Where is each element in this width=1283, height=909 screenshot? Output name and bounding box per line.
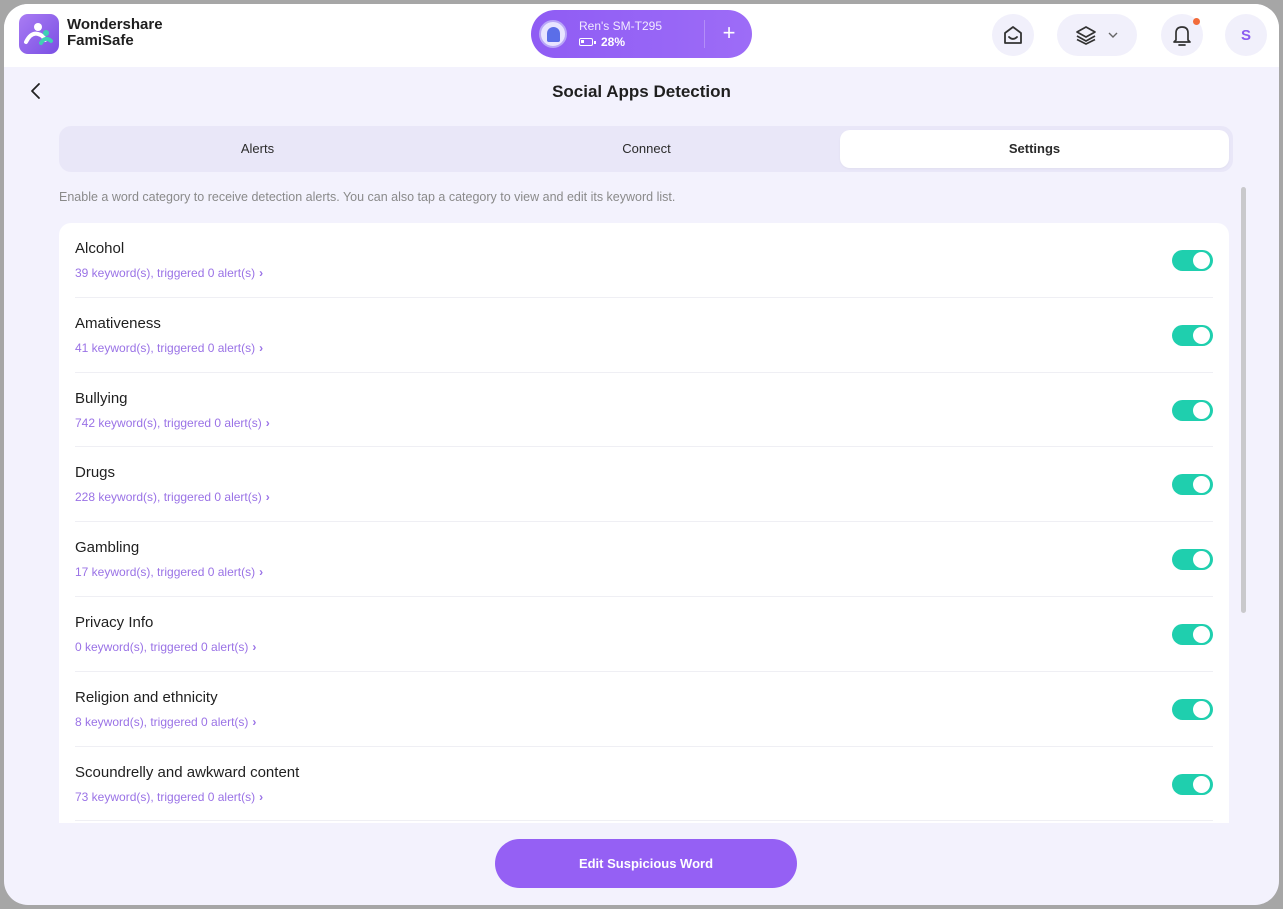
tab-settings[interactable]: Settings [840,130,1229,168]
category-toggle[interactable] [1172,250,1213,271]
category-keywords-link[interactable]: 41 keyword(s), triggered 0 alert(s) › [75,341,263,355]
user-avatar[interactable]: S [1225,14,1267,56]
add-device-button[interactable]: + [717,22,741,46]
category-meta: 8 keyword(s), triggered 0 alert(s) [75,714,249,729]
home-icon [1004,26,1022,44]
category-row-privacy-info[interactable]: Privacy Info 0 keyword(s), triggered 0 a… [75,597,1213,672]
category-title: Amativeness [75,314,161,332]
tab-connect[interactable]: Connect [452,130,841,168]
category-toggle[interactable] [1172,474,1213,496]
battery-icon [579,38,596,46]
category-title: Privacy Info [75,613,154,631]
category-toggle[interactable] [1172,399,1213,421]
tab-alerts[interactable]: Alerts [63,130,452,168]
scrollbar[interactable] [1241,187,1246,613]
home-button[interactable] [992,14,1034,56]
category-title: Bullying [75,389,128,407]
brand-line-1: Wondershare [67,16,163,33]
category-toggle[interactable] [1172,623,1213,645]
chevron-down-icon [1108,32,1118,38]
category-meta: 742 keyword(s), triggered 0 alert(s) [75,415,262,430]
chevron-right-icon: › [252,639,257,654]
device-avatar-icon [539,20,567,48]
category-meta: 0 keyword(s), triggered 0 alert(s) [75,639,249,654]
chevron-right-icon: › [259,266,264,280]
category-toggle[interactable] [1172,549,1213,571]
category-meta: 73 keyword(s), triggered 0 alert(s) [75,789,256,804]
top-bar: Wondershare FamiSafe Ren's SM-T295 28% + [4,4,1279,67]
category-row-bullying[interactable]: Bullying 742 keyword(s), triggered 0 ale… [75,373,1213,448]
chevron-right-icon: › [259,789,264,804]
category-title: Alcohol [75,240,125,257]
bell-icon [1173,26,1191,46]
category-keywords-link[interactable]: 17 keyword(s), triggered 0 alert(s) › [75,565,263,579]
chevron-right-icon: › [259,340,264,355]
famisafe-logo-icon [19,14,59,54]
category-row-scoundrelly[interactable]: Scoundrelly and awkward content 73 keywo… [75,747,1213,822]
category-meta: 41 keyword(s), triggered 0 alert(s) [75,340,256,355]
category-title: Religion and ethnicity [75,688,218,706]
notifications-button[interactable] [1161,14,1203,56]
category-row-amativeness[interactable]: Amativeness 41 keyword(s), triggered 0 a… [75,298,1213,373]
page-title: Social Apps Detection [552,82,731,101]
chevron-right-icon: › [265,415,270,430]
category-title: Scoundrelly and awkward content [75,763,300,781]
divider [704,20,705,48]
instruction-text: Enable a word category to receive detect… [59,190,676,204]
chevron-right-icon: › [259,565,264,580]
layers-icon [1076,26,1096,45]
category-toggle[interactable] [1172,324,1213,346]
category-meta: 39 keyword(s), triggered 0 alert(s) [75,266,256,280]
edit-suspicious-word-button[interactable]: Edit Suspicious Word [495,839,797,888]
device-switcher[interactable]: Ren's SM-T295 28% + [531,10,752,58]
category-keywords-link[interactable]: 228 keyword(s), triggered 0 alert(s) › [75,490,270,504]
category-row-gambling[interactable]: Gambling 17 keyword(s), triggered 0 aler… [75,522,1213,597]
category-list: Alcohol 39 keyword(s), triggered 0 alert… [59,223,1229,823]
category-keywords-link[interactable]: 39 keyword(s), triggered 0 alert(s) › [75,266,263,280]
category-keywords-link[interactable]: 8 keyword(s), triggered 0 alert(s) › [75,715,256,729]
app-window: Wondershare FamiSafe Ren's SM-T295 28% + [4,4,1279,905]
feature-menu-button[interactable] [1057,14,1137,56]
category-title: Gambling [75,539,140,557]
category-row-drugs[interactable]: Drugs 228 keyword(s), triggered 0 alert(… [75,447,1213,523]
brand-name: Wondershare FamiSafe [67,17,163,49]
category-toggle[interactable] [1172,698,1213,720]
category-title: Drugs [75,464,116,482]
notification-dot [1193,18,1200,25]
tab-bar: Alerts Connect Settings [59,126,1233,172]
category-toggle[interactable] [1172,773,1213,795]
page-header: Social Apps Detection [4,67,1279,117]
chevron-right-icon: › [265,490,270,505]
brand-line-2: FamiSafe [67,32,134,49]
battery-status: 28% [579,35,625,49]
category-keywords-link[interactable]: 73 keyword(s), triggered 0 alert(s) › [75,790,263,804]
device-name: Ren's SM-T295 [579,19,662,33]
chevron-right-icon: › [252,714,257,729]
category-keywords-link[interactable]: 742 keyword(s), triggered 0 alert(s) › [75,416,270,430]
category-row-religion[interactable]: Religion and ethnicity 8 keyword(s), tri… [75,672,1213,747]
category-meta: 17 keyword(s), triggered 0 alert(s) [75,565,256,580]
category-row-alcohol[interactable]: Alcohol 39 keyword(s), triggered 0 alert… [75,223,1213,298]
battery-level: 28% [601,35,626,49]
category-keywords-link[interactable]: 0 keyword(s), triggered 0 alert(s) › [75,640,256,654]
category-meta: 228 keyword(s), triggered 0 alert(s) [75,490,262,505]
